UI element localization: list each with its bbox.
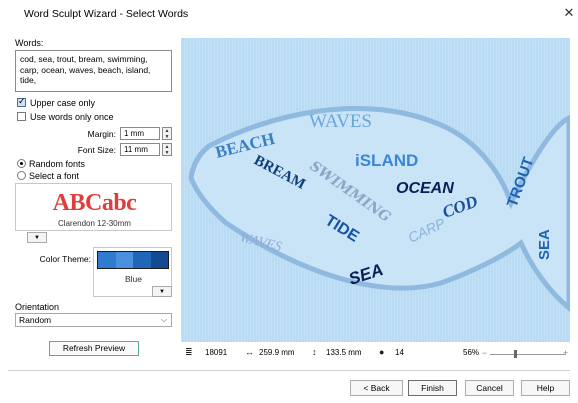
canvas-word: iSLAND — [355, 151, 418, 170]
spin-down-icon[interactable]: ▼ — [163, 134, 171, 140]
use-once-label: Use words only once — [30, 112, 114, 122]
back-button[interactable]: < Back — [350, 380, 403, 396]
window-title: Word Sculpt Wizard - Select Words — [24, 8, 189, 20]
font-size-spinner[interactable]: ▲ ▼ — [162, 143, 172, 156]
design-width: 259.9 mm — [259, 348, 295, 357]
words-label: Words: — [15, 38, 44, 48]
chevron-down-icon: ▼ — [159, 289, 165, 295]
words-textarea[interactable]: cod, sea, trout, bream, swimming, carp, … — [15, 50, 172, 92]
font-size-label: Font Size: — [77, 145, 116, 155]
color-theme-dropdown-button[interactable]: ▼ — [152, 286, 172, 297]
preview-canvas[interactable]: BEACH WAVES iSLAND BREAM SWIMMING OCEAN … — [181, 38, 570, 342]
color-swatch — [133, 252, 151, 268]
zoom-slider-thumb[interactable] — [513, 350, 517, 358]
margin-input[interactable]: 1 mm — [120, 127, 160, 140]
zoom-in-icon[interactable]: + — [563, 348, 568, 358]
margin-label: Margin: — [87, 129, 116, 139]
width-icon: ↔ — [245, 347, 254, 357]
canvas-word: SEA — [536, 229, 553, 260]
select-font-label: Select a font — [29, 171, 80, 181]
palette-icon: ● — [379, 347, 385, 357]
zoom-slider[interactable] — [490, 354, 565, 355]
help-button[interactable]: Help — [521, 380, 570, 396]
random-fonts-label: Random fonts — [29, 159, 86, 169]
chevron-down-icon: ▼ — [34, 235, 40, 241]
cancel-button[interactable]: Cancel — [465, 380, 514, 396]
fish-preview: BEACH WAVES iSLAND BREAM SWIMMING OCEAN … — [188, 106, 570, 313]
chevron-down-icon: ⌵ — [160, 315, 167, 324]
spin-down-icon[interactable]: ▼ — [163, 150, 171, 156]
upper-case-checkbox[interactable] — [17, 96, 26, 107]
font-size-input[interactable]: 11 mm — [120, 143, 160, 156]
font-sample-text: ABCabc — [52, 190, 137, 216]
height-icon: ↕ — [312, 347, 317, 357]
select-font-radio[interactable] — [17, 171, 26, 180]
close-icon[interactable]: ✕ — [562, 5, 576, 21]
canvas-word: OCEAN — [396, 180, 454, 197]
design-height: 133.5 mm — [326, 348, 362, 357]
color-count: 14 — [395, 348, 404, 357]
font-dropdown-button[interactable]: ▼ — [27, 232, 47, 243]
color-theme-name: Blue — [124, 274, 142, 284]
random-fonts-radio[interactable] — [17, 159, 26, 168]
font-name: Clarendon 12-30mm — [58, 219, 131, 228]
stitch-count-icon: ≣ — [185, 347, 193, 357]
color-swatch — [150, 252, 168, 268]
font-preview[interactable]: ABCabc Clarendon 12-30mm — [15, 183, 172, 231]
color-swatches — [97, 251, 169, 269]
canvas-word: WAVES — [309, 111, 372, 132]
color-swatch — [98, 252, 116, 268]
stitch-count: 18091 — [205, 348, 228, 357]
color-swatch — [115, 252, 133, 268]
color-theme-label: Color Theme: — [39, 254, 91, 264]
divider — [8, 370, 570, 371]
margin-spinner[interactable]: ▲ ▼ — [162, 127, 172, 140]
use-once-checkbox[interactable] — [17, 112, 26, 121]
orientation-label: Orientation — [15, 302, 60, 312]
zoom-out-icon[interactable]: − — [482, 348, 487, 358]
zoom-level: 56% — [463, 348, 480, 357]
refresh-preview-button[interactable]: Refresh Preview — [49, 341, 139, 356]
finish-button[interactable]: Finish — [408, 380, 457, 396]
orientation-value: Random — [19, 315, 52, 325]
upper-case-label: Upper case only — [30, 98, 96, 108]
orientation-select[interactable]: Random ⌵ — [15, 313, 172, 327]
